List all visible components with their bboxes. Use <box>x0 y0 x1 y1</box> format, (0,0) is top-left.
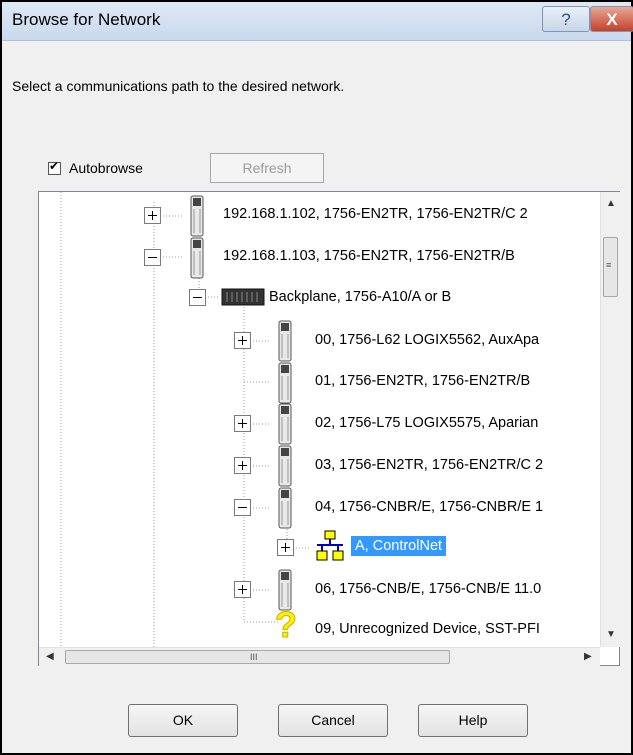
vertical-scrollbar[interactable]: ▲ ≡ ▼ <box>600 192 620 647</box>
instruction-text: Select a communications path to the desi… <box>12 78 345 94</box>
module-icon <box>278 362 292 404</box>
module-icon <box>278 445 292 487</box>
module-icon <box>278 487 292 529</box>
tree-node-label[interactable]: 04, 1756-CNBR/E, 1756-CNBR/E 1 <box>315 499 543 515</box>
question-icon: ? <box>275 604 298 646</box>
module-icon <box>190 237 204 279</box>
grip-icon: ≡ <box>606 260 612 270</box>
expand-button[interactable] <box>234 581 251 598</box>
horizontal-scroll-thumb[interactable]: III <box>65 650 450 664</box>
autobrowse-label: Autobrowse <box>69 160 143 176</box>
tree-node-label[interactable]: Backplane, 1756-A10/A or B <box>269 289 451 305</box>
tree-node-label[interactable]: 02, 1756-L75 LOGIX5575, Aparian <box>315 415 538 431</box>
window-title: Browse for Network <box>12 10 161 29</box>
title-help-button[interactable]: ? <box>542 6 590 32</box>
scroll-left-icon[interactable]: ◀ <box>46 651 54 662</box>
cancel-button[interactable]: Cancel <box>278 704 388 737</box>
scroll-up-icon[interactable]: ▲ <box>606 198 616 209</box>
autobrowse-checkbox[interactable]: ✔ <box>48 158 61 175</box>
backplane-icon <box>221 288 265 306</box>
scroll-down-icon[interactable]: ▼ <box>606 629 616 640</box>
tree-node-label[interactable]: 192.168.1.103, 1756-EN2TR, 1756-EN2TR/B <box>223 248 515 264</box>
tree-node-label[interactable]: 09, Unrecognized Device, SST-PFI <box>315 621 540 637</box>
title-bar: Browse for Network ? X <box>2 2 633 41</box>
grip-label: III <box>250 652 258 662</box>
expand-button[interactable] <box>234 332 251 349</box>
horizontal-scrollbar[interactable]: ◀ III ▶ <box>39 647 600 666</box>
expand-button[interactable] <box>234 415 251 432</box>
module-icon <box>190 195 204 237</box>
browse-network-dialog: Browse for Network ? X Select a communic… <box>0 0 633 755</box>
tree-node-label[interactable]: 06, 1756-CNB/E, 1756-CNB/E 11.0 <box>315 581 541 597</box>
expand-button[interactable] <box>277 539 294 556</box>
ok-button[interactable]: OK <box>128 704 238 737</box>
collapse-button[interactable] <box>189 289 206 306</box>
vertical-scroll-thumb[interactable]: ≡ <box>603 237 618 297</box>
checkmark-icon: ✔ <box>49 158 60 173</box>
network-icon <box>316 530 344 561</box>
tree-node-label[interactable]: 00, 1756-L62 LOGIX5562, AuxApa <box>315 332 539 348</box>
module-icon <box>278 403 292 445</box>
refresh-button[interactable]: Refresh <box>210 153 324 183</box>
network-tree[interactable]: 192.168.1.102, 1756-EN2TR, 1756-EN2TR/C … <box>38 191 620 666</box>
collapse-button[interactable] <box>144 249 161 266</box>
tree-node-label-selected[interactable]: A, ControlNet <box>351 536 447 556</box>
tree-node-label[interactable]: 192.168.1.102, 1756-EN2TR, 1756-EN2TR/C … <box>223 206 528 222</box>
expand-button[interactable] <box>234 457 251 474</box>
collapse-button[interactable] <box>234 499 251 516</box>
close-button[interactable]: X <box>590 6 633 32</box>
expand-button[interactable] <box>144 207 161 224</box>
autobrowse-option[interactable]: ✔ Autobrowse <box>48 158 143 176</box>
module-icon <box>278 320 292 362</box>
scroll-right-icon[interactable]: ▶ <box>584 651 592 662</box>
tree-node-label[interactable]: 03, 1756-EN2TR, 1756-EN2TR/C 2 <box>315 457 543 473</box>
tree-node-label[interactable]: 01, 1756-EN2TR, 1756-EN2TR/B <box>315 373 530 389</box>
help-button[interactable]: Help <box>418 704 528 737</box>
